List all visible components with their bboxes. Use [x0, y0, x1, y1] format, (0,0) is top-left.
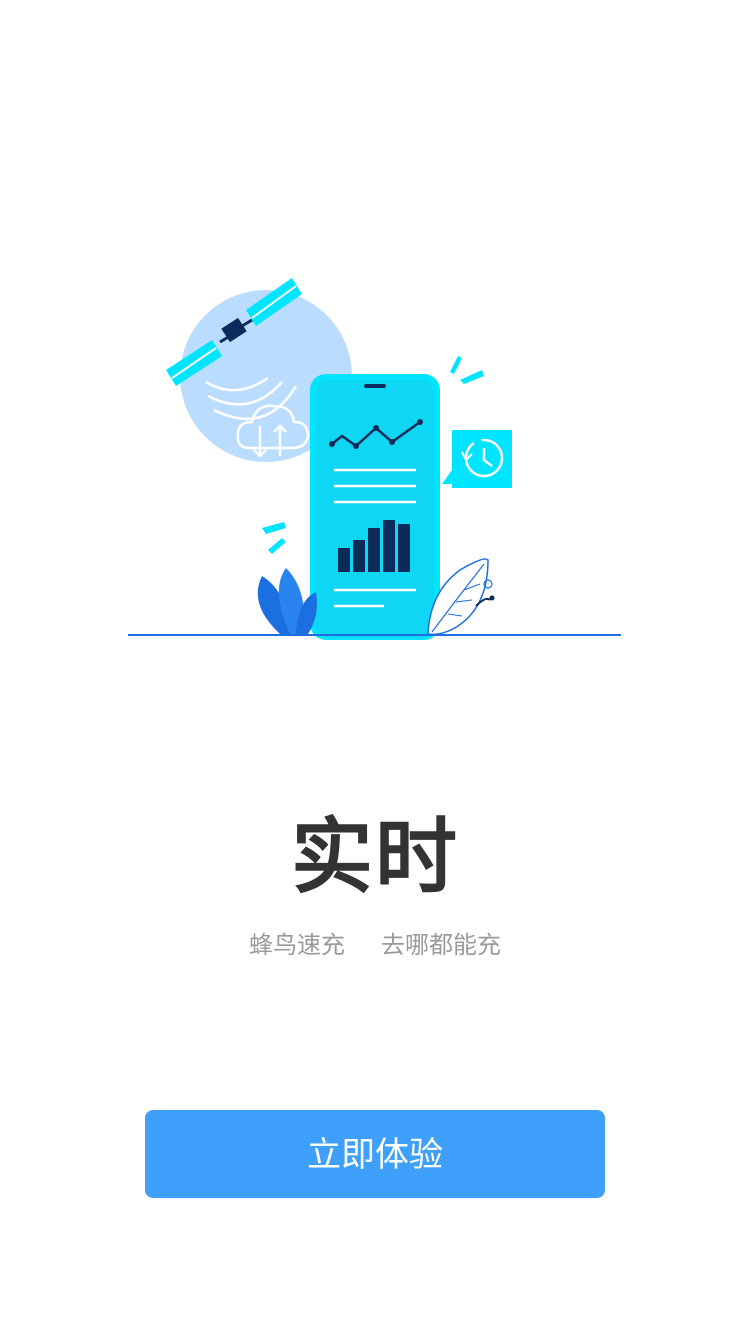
realtime-illustration — [128, 278, 621, 640]
page-title: 实时 — [290, 810, 459, 905]
try-now-button[interactable]: 立即体验 — [145, 1110, 605, 1198]
tagline-right: 去哪都能充 — [381, 931, 501, 959]
plant-icon — [257, 568, 317, 634]
tagline-left: 蜂鸟速充 — [249, 931, 345, 959]
onboarding-page: 实时 蜂鸟速充 去哪都能充 立即体验 — [0, 0, 750, 1334]
phone-chart-icon — [310, 374, 440, 640]
tagline: 蜂鸟速充 去哪都能充 — [0, 928, 750, 962]
clock-message-icon — [442, 430, 512, 488]
